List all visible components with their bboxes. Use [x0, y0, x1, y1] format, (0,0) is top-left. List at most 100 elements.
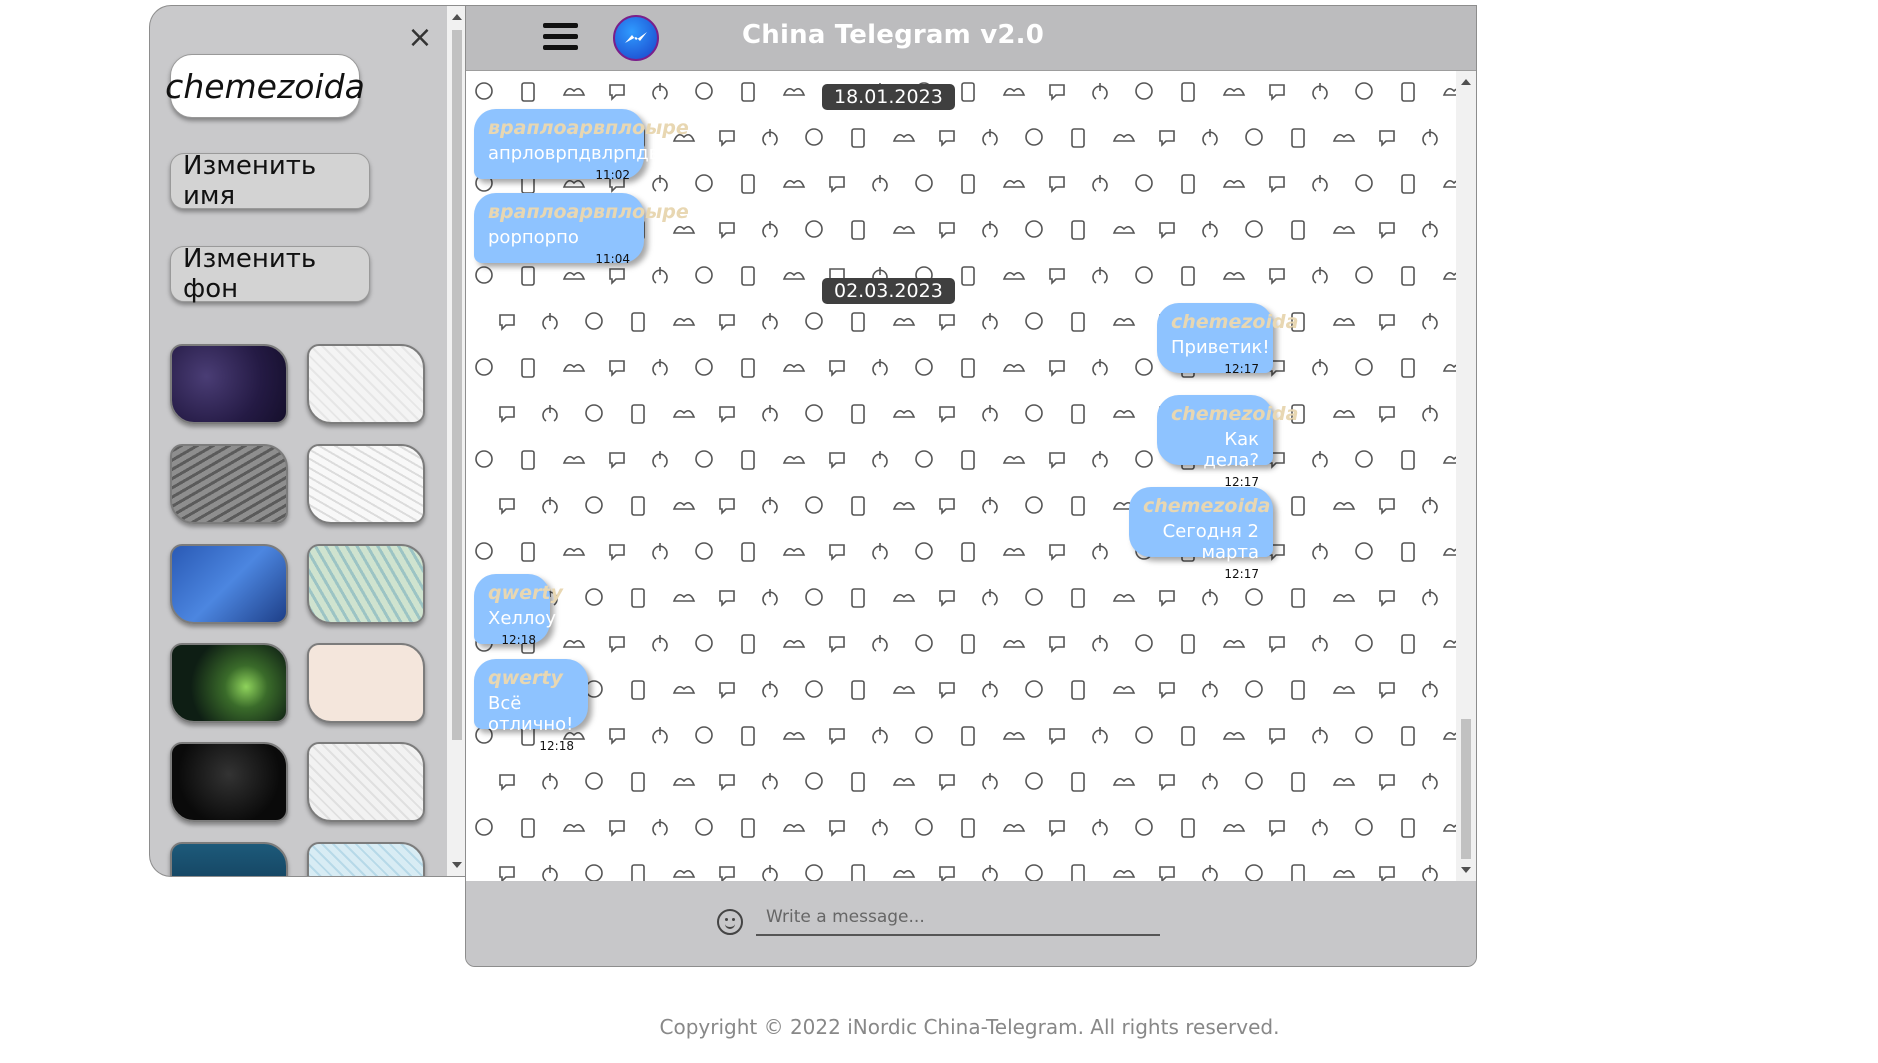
- doodle-icon: [1422, 865, 1438, 881]
- background-option-light-doodle[interactable]: [307, 344, 425, 424]
- doodle-icon: [1355, 542, 1373, 560]
- doodle-icon: [672, 777, 696, 786]
- chat-scrollbar[interactable]: [1456, 71, 1476, 881]
- background-option-green-floral[interactable]: [307, 544, 425, 624]
- doodle-icon: [762, 497, 778, 514]
- doodle-icon: [695, 174, 713, 192]
- doodle-icon: [1401, 818, 1415, 838]
- username-display[interactable]: chemezoida: [165, 54, 365, 118]
- background-option-night-cat[interactable]: [170, 643, 288, 723]
- doodle-icon: [1025, 772, 1043, 790]
- doodle-icon: [1002, 455, 1026, 464]
- doodle-icon: [562, 547, 586, 556]
- doodle-icon: [1181, 634, 1195, 654]
- doodle-icon: [585, 496, 603, 514]
- message-bubble[interactable]: qwerty Всё отлично! 12:18: [474, 659, 588, 753]
- doodle-icon: [1442, 271, 1456, 280]
- doodle-icon: [1071, 220, 1085, 240]
- doodle-icon: [829, 636, 845, 653]
- doodle-icon: [1401, 266, 1415, 286]
- message-time: 12:17: [1224, 362, 1259, 376]
- doodle-icon: [719, 866, 735, 881]
- doodle-icon: [652, 267, 668, 284]
- doodle-icon: [1222, 639, 1246, 648]
- background-option-cream-plain[interactable]: [307, 643, 425, 723]
- doodle-icon: [1092, 727, 1108, 744]
- message-input[interactable]: [756, 900, 1160, 936]
- message-time: 12:17: [1224, 567, 1259, 581]
- doodle-icon: [631, 772, 645, 792]
- sidebar-scrollbar[interactable]: [447, 6, 466, 876]
- doodle-icon: [1245, 220, 1263, 238]
- background-option-light-blue-pattern[interactable]: [307, 842, 425, 876]
- message-text: Как дела?: [1203, 429, 1259, 471]
- doodle-icon: [782, 179, 806, 188]
- doodle-icon: [1135, 82, 1153, 100]
- doodle-icon: [805, 680, 823, 698]
- doodle-icon: [762, 405, 778, 422]
- doodle-icon: [1071, 864, 1085, 881]
- doodle-icon: [1291, 864, 1305, 881]
- chat-scroll-thumb[interactable]: [1461, 719, 1471, 859]
- message-bubble[interactable]: chemezoida Как дела? 12:17: [1157, 395, 1298, 489]
- background-option-deep-blue[interactable]: [170, 842, 288, 876]
- doodle-icon: [542, 865, 558, 881]
- background-option-white-doodle[interactable]: [307, 444, 425, 524]
- doodle-icon: [939, 774, 955, 791]
- doodle-icon: [1312, 543, 1328, 560]
- background-option-space-moon[interactable]: [170, 742, 288, 822]
- doodle-icon: [521, 266, 535, 286]
- change-background-button[interactable]: Изменить фон: [170, 244, 370, 304]
- smiley-icon[interactable]: [717, 909, 743, 935]
- background-option-gray-doodle[interactable]: [170, 444, 288, 524]
- message-time: 11:02: [595, 168, 630, 182]
- doodle-icon: [562, 455, 586, 464]
- doodle-icon: [1222, 179, 1246, 188]
- doodle-icon: [631, 680, 645, 700]
- doodle-icon: [1422, 773, 1438, 790]
- doodle-icon: [695, 82, 713, 100]
- message-bubble[interactable]: chemezoida Сегодня 2 марта 12:17: [1129, 487, 1273, 581]
- doodle-icon: [1422, 129, 1438, 146]
- background-option-blue-envelopes[interactable]: [170, 544, 288, 624]
- hamburger-icon[interactable]: [543, 23, 578, 51]
- doodle-icon: [915, 634, 933, 652]
- doodle-icon: [719, 682, 735, 699]
- scroll-down-arrow-icon[interactable]: [1461, 867, 1471, 873]
- sidebar-scroll-thumb[interactable]: [452, 30, 462, 740]
- doodle-icon: [872, 635, 888, 652]
- doodle-icon: [851, 220, 865, 240]
- doodle-icon: [1049, 820, 1065, 837]
- doodle-icon: [1332, 593, 1356, 602]
- message-bubble[interactable]: враплоарвплоыре рорпорпо 11:04: [474, 193, 689, 266]
- background-option-gray-pattern[interactable]: [307, 742, 425, 822]
- doodle-icon: [1112, 225, 1136, 234]
- settings-panel: × chemezoida Изменить имя Изменить фон: [149, 5, 466, 877]
- doodle-icon: [695, 634, 713, 652]
- doodle-icon: [1049, 360, 1065, 377]
- doodle-icon: [1245, 864, 1263, 881]
- doodle-icon: [1401, 450, 1415, 470]
- message-author: qwerty: [488, 582, 563, 604]
- doodle-icon: [1159, 682, 1175, 699]
- scroll-up-arrow-icon[interactable]: [1461, 79, 1471, 85]
- doodle-icon: [1181, 174, 1195, 194]
- doodle-icon: [562, 87, 586, 96]
- message-area[interactable]: 18.01.2023 02.03.2023 враплоарвплоыре ап…: [466, 71, 1476, 881]
- message-bubble[interactable]: chemezoida Приветик! 12:17: [1157, 303, 1298, 376]
- doodle-icon: [805, 220, 823, 238]
- background-option-purple-stars[interactable]: [170, 344, 288, 424]
- doodle-icon: [1355, 82, 1373, 100]
- scroll-down-arrow-icon[interactable]: [452, 862, 462, 868]
- doodle-icon: [1049, 176, 1065, 193]
- doodle-icon: [1401, 82, 1415, 102]
- message-bubble[interactable]: враплоарвплоыре апрловрпдвлрпдв 11:02: [474, 109, 689, 182]
- scroll-up-arrow-icon[interactable]: [452, 14, 462, 20]
- doodle-icon: [585, 680, 603, 698]
- doodle-icon: [1291, 588, 1305, 608]
- doodle-icon: [609, 268, 625, 285]
- doodle-icon: [1002, 823, 1026, 832]
- message-bubble[interactable]: qwerty Хеллоу 12:18: [474, 574, 563, 647]
- rename-button[interactable]: Изменить имя: [170, 151, 370, 211]
- close-icon[interactable]: ×: [406, 23, 434, 53]
